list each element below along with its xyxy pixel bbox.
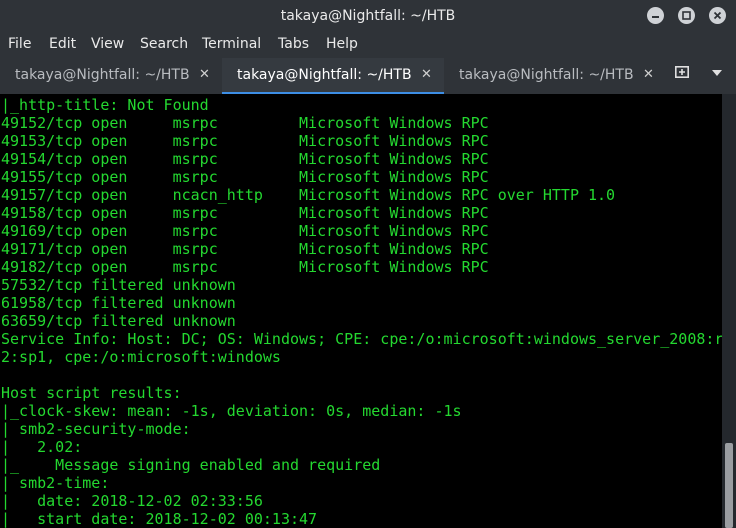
- menu-edit[interactable]: Edit: [49, 32, 76, 56]
- terminal-line: 49169/tcp open msrpc Microsoft Windows R…: [1, 222, 489, 240]
- tab-1[interactable]: takaya@Nightfall: ~/HTB ✕: [0, 58, 222, 92]
- terminal-line: 49154/tcp open msrpc Microsoft Windows R…: [1, 150, 489, 168]
- terminal-line: 49152/tcp open msrpc Microsoft Windows R…: [1, 114, 489, 132]
- tab-label: takaya@Nightfall: ~/HTB: [237, 67, 412, 83]
- terminal-line: 49171/tcp open msrpc Microsoft Windows R…: [1, 240, 489, 258]
- close-icon[interactable]: [709, 7, 726, 24]
- terminal-line: 61958/tcp filtered unknown: [1, 294, 236, 312]
- terminal-line: Host script results:: [1, 384, 182, 402]
- tab-2[interactable]: takaya@Nightfall: ~/HTB ✕: [222, 58, 444, 94]
- tab-close-icon[interactable]: ✕: [643, 58, 654, 92]
- menu-terminal[interactable]: Terminal: [202, 32, 261, 56]
- tab-3[interactable]: takaya@Nightfall: ~/HTB ✕: [444, 58, 666, 92]
- minimize-glyph: [652, 16, 659, 18]
- terminal-line: | smb2-time:: [1, 474, 110, 492]
- terminal-text: |_http-title: Not Found 49152/tcp open ms…: [1, 96, 722, 528]
- terminal-line: 57532/tcp filtered unknown: [1, 276, 236, 294]
- terminal-line: Service Info: Host: DC; OS: Windows; CPE…: [1, 330, 722, 348]
- new-tab-icon[interactable]: [675, 66, 689, 78]
- menu-help[interactable]: Help: [326, 32, 358, 56]
- terminal-line: 2:sp1, cpe:/o:microsoft:windows: [1, 348, 281, 366]
- scrollbar-thumb[interactable]: [725, 443, 733, 528]
- terminal-line: 49157/tcp open ncacn_http Microsoft Wind…: [1, 186, 616, 204]
- title-bar[interactable]: takaya@Nightfall: ~/HTB: [0, 0, 736, 32]
- maximize-glyph: [682, 11, 691, 20]
- terminal-line: 49182/tcp open msrpc Microsoft Windows R…: [1, 258, 489, 276]
- terminal-line: | smb2-security-mode:: [1, 420, 191, 438]
- terminal-line: 49155/tcp open msrpc Microsoft Windows R…: [1, 168, 489, 186]
- terminal-line: |_ Message signing enabled and required: [1, 456, 381, 474]
- menu-search[interactable]: Search: [140, 32, 188, 56]
- window-title: takaya@Nightfall: ~/HTB: [280, 8, 456, 24]
- terminal-window: takaya@Nightfall: ~/HTB File Edit View S…: [0, 0, 736, 528]
- terminal-line: 49153/tcp open msrpc Microsoft Windows R…: [1, 132, 489, 150]
- menu-view[interactable]: View: [91, 32, 124, 56]
- terminal-line: | start date: 2018-12-02 00:13:47: [1, 510, 318, 528]
- terminal-line: 49158/tcp open msrpc Microsoft Windows R…: [1, 204, 489, 222]
- tab-menu-chevron-down-icon[interactable]: [712, 70, 722, 76]
- terminal-line: |_clock-skew: mean: -1s, deviation: 0s, …: [1, 402, 462, 420]
- menu-file[interactable]: File: [8, 32, 31, 56]
- close-glyph: [713, 11, 722, 20]
- maximize-icon[interactable]: [678, 7, 695, 24]
- tab-bar: takaya@Nightfall: ~/HTB ✕ takaya@Nightfa…: [0, 56, 736, 94]
- tab-close-icon[interactable]: ✕: [421, 58, 432, 92]
- minimize-icon[interactable]: [647, 7, 664, 24]
- tab-close-icon[interactable]: ✕: [199, 58, 210, 92]
- terminal-line: | 2.02:: [1, 438, 83, 456]
- menu-tabs[interactable]: Tabs: [278, 32, 309, 56]
- tab-label: takaya@Nightfall: ~/HTB: [15, 67, 190, 83]
- terminal-line: 63659/tcp filtered unknown: [1, 312, 236, 330]
- terminal-line: | date: 2018-12-02 02:33:56: [1, 492, 263, 510]
- terminal-output[interactable]: |_http-title: Not Found 49152/tcp open ms…: [0, 94, 722, 528]
- terminal-line: |_http-title: Not Found: [1, 96, 209, 114]
- menu-bar: File Edit View Search Terminal Tabs Help: [0, 32, 736, 56]
- tab-label: takaya@Nightfall: ~/HTB: [459, 67, 634, 83]
